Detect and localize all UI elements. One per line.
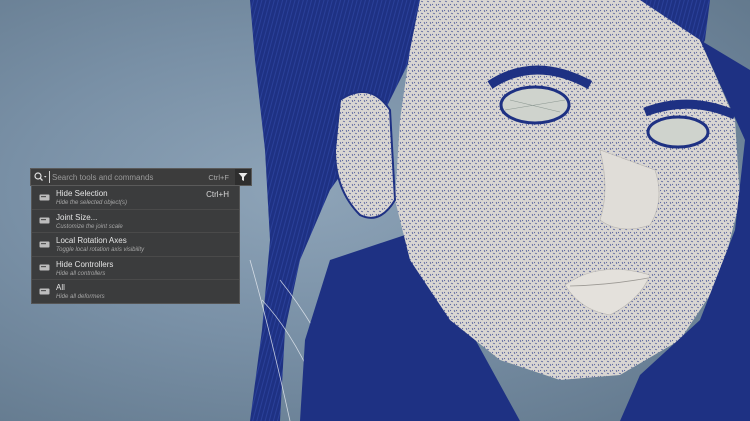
ear-mesh [333,91,397,219]
result-description: Customize the joint scale [56,223,123,230]
search-results-list: Hide Selection Hide the selected object(… [31,186,240,304]
result-description: Hide the selected object(s) [56,200,128,206]
result-description: Toggle local rotation axis visibility [56,247,145,253]
result-item-local-rotation-axes[interactable]: Local Rotation Axes Toggle local rotatio… [32,233,239,257]
filter-icon[interactable] [235,169,251,185]
command-icon [32,280,56,302]
result-shortcut: Ctrl+H [206,190,229,199]
command-icon [32,186,56,208]
command-search-panel: Ctrl+F Hide Selection Hide the selected … [30,168,252,304]
result-item-hide-controllers[interactable]: Hide Controllers Hide all controllers [32,257,239,280]
result-title: Hide Controllers [56,259,114,269]
result-item-hide-selection[interactable]: Hide Selection Hide the selected object(… [32,186,239,210]
search-input[interactable] [49,171,209,183]
result-title: All [56,283,65,292]
command-icon [32,210,56,232]
search-shortcut-hint: Ctrl+F [208,172,229,182]
result-description: Hide all deformers [56,294,105,300]
right-eye [646,115,710,149]
result-title: Joint Size... [56,212,98,222]
command-icon [32,233,56,255]
command-icon [32,257,56,279]
result-item-all[interactable]: All Hide all deformers [32,280,239,303]
search-icon[interactable] [31,169,49,185]
search-bar: Ctrl+F [30,168,252,186]
result-title: Local Rotation Axes [56,236,127,245]
result-description: Hide all controllers [56,270,106,277]
result-item-joint-size[interactable]: Joint Size... Customize the joint scale [32,210,239,233]
